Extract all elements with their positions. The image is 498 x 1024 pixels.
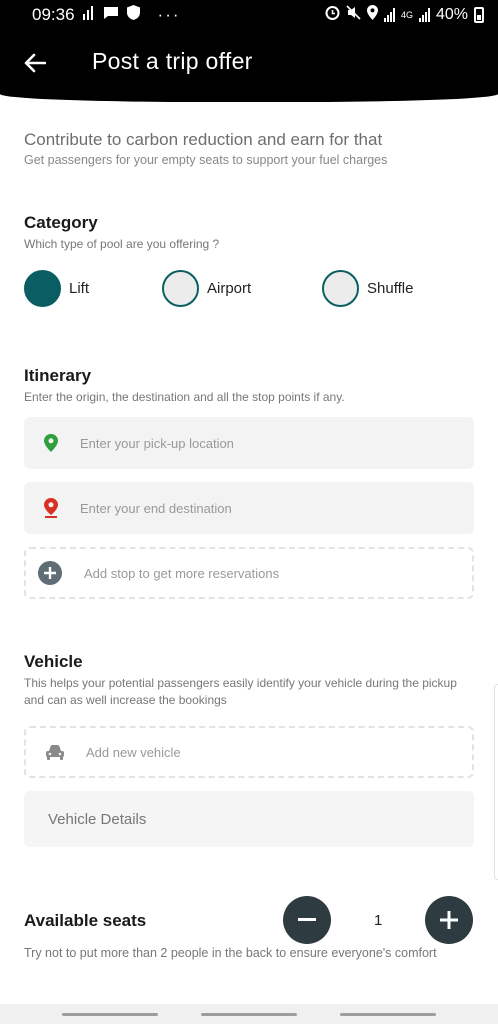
car-icon (46, 744, 64, 760)
shield-icon (126, 5, 140, 25)
radio-airport[interactable] (162, 270, 199, 307)
plus-circle-icon (38, 561, 62, 585)
destination-placeholder: Enter your end destination (80, 500, 232, 516)
seats-title: Available seats (24, 911, 147, 930)
nav-handle-left[interactable] (61, 1012, 158, 1016)
battery-percent: 40% (435, 6, 468, 23)
intro-subtitle: Get passengers for your empty seats to s… (24, 153, 388, 167)
plus-icon (440, 911, 458, 929)
radio-label-airport: Airport (207, 280, 252, 297)
more-dots-icon: ··· (157, 5, 181, 24)
increase-seats-button[interactable] (425, 896, 473, 944)
category-option-lift[interactable]: Lift (24, 270, 89, 307)
minus-icon (298, 918, 316, 921)
radio-lift[interactable] (24, 270, 61, 307)
category-title: Category (24, 213, 98, 232)
vehicle-title: Vehicle (24, 652, 83, 671)
add-stop-label: Add stop to get more reservations (84, 565, 280, 581)
add-vehicle-button[interactable]: Add new vehicle (24, 726, 474, 778)
itinerary-subtitle: Enter the origin, the destination and al… (24, 390, 345, 404)
back-button[interactable] (20, 48, 50, 78)
signal-bars-icon (82, 5, 95, 25)
category-option-shuffle[interactable]: Shuffle (322, 270, 413, 307)
seat-count: 1 (374, 912, 383, 929)
nav-handle-center[interactable] (200, 1012, 297, 1016)
add-vehicle-label: Add new vehicle (86, 744, 181, 760)
app-bar: Post a trip offer (0, 30, 498, 102)
arrow-left-icon (24, 53, 46, 73)
scroll-indicator[interactable] (494, 684, 498, 880)
status-right: 4G 40% (325, 5, 484, 25)
network-type: 4G (400, 9, 413, 20)
location-pin-icon (44, 498, 58, 518)
seats-hint: Try not to put more than 2 people in the… (24, 946, 437, 960)
message-icon (103, 5, 119, 25)
mute-icon (346, 5, 361, 25)
category-option-airport[interactable]: Airport (162, 270, 251, 307)
battery-icon (474, 7, 484, 23)
radio-label-lift: Lift (69, 280, 90, 297)
status-left: 09:36 ··· (32, 5, 181, 25)
itinerary-title: Itinerary (24, 366, 92, 385)
status-time: 09:36 (32, 5, 75, 24)
vehicle-subtitle: This helps your potential passengers eas… (24, 676, 457, 707)
nav-handle-right[interactable] (340, 1012, 437, 1016)
location-icon (366, 5, 378, 25)
vehicle-details-field[interactable]: Vehicle Details (24, 791, 474, 847)
pickup-location-field[interactable]: Enter your pick-up location (24, 417, 474, 469)
location-pin-icon (44, 434, 58, 452)
alarm-icon (325, 5, 340, 25)
intro-title: Contribute to carbon reduction and earn … (24, 130, 383, 149)
page-title: Post a trip offer (92, 48, 253, 74)
status-bar: 09:36 ··· 4G 40% (0, 0, 498, 30)
cell-signal-2-icon (418, 8, 430, 22)
add-stop-button[interactable]: Add stop to get more reservations (24, 547, 474, 599)
category-subtitle: Which type of pool are you offering ? (24, 237, 220, 251)
radio-shuffle[interactable] (322, 270, 359, 307)
destination-field[interactable]: Enter your end destination (24, 482, 474, 534)
bottom-nav-bar (0, 1004, 498, 1024)
radio-label-shuffle: Shuffle (367, 280, 414, 297)
cell-signal-icon (383, 8, 395, 22)
decrease-seats-button[interactable] (283, 896, 331, 944)
pickup-placeholder: Enter your pick-up location (80, 435, 234, 451)
